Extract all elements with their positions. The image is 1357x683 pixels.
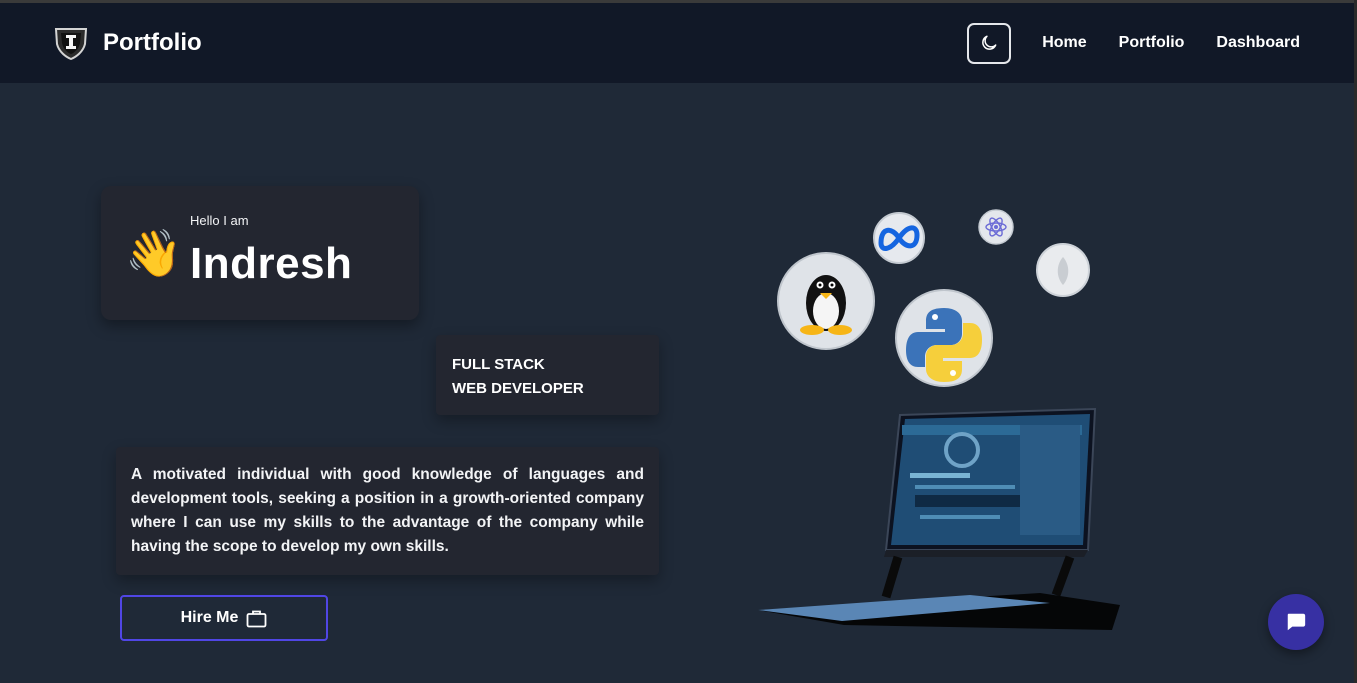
laptop-icon bbox=[758, 407, 1120, 630]
hero-illustration bbox=[758, 209, 1120, 630]
python-icon bbox=[895, 289, 993, 387]
description-card: A motivated individual with good knowled… bbox=[116, 447, 659, 575]
moon-icon bbox=[982, 35, 997, 50]
linux-penguin-icon bbox=[777, 252, 875, 350]
nav-dashboard[interactable]: Dashboard bbox=[1216, 34, 1300, 52]
react-icon bbox=[978, 209, 1014, 245]
role-card: FULL STACK WEB DEVELOPER bbox=[436, 335, 659, 415]
chat-bubble-icon bbox=[1287, 613, 1306, 631]
greeting-text: Hello I am bbox=[190, 213, 249, 228]
chat-button[interactable] bbox=[1268, 594, 1324, 650]
role-line-1: FULL STACK bbox=[452, 356, 545, 373]
hire-me-label: Hire Me bbox=[180, 609, 239, 626]
waving-hand-icon: 👋 bbox=[125, 227, 183, 279]
hire-me-button[interactable]: Hire Me bbox=[120, 595, 328, 641]
meta-icon bbox=[873, 212, 925, 264]
nav-portfolio[interactable]: Portfolio bbox=[1119, 34, 1185, 52]
brand-title: Portfolio bbox=[103, 29, 202, 56]
briefcase-icon bbox=[246, 610, 267, 627]
nav-home[interactable]: Home bbox=[1042, 34, 1086, 52]
role-line-2: WEB DEVELOPER bbox=[452, 380, 584, 397]
description-text: A motivated individual with good knowled… bbox=[131, 466, 644, 555]
intro-card: 👋 Hello I am Indresh bbox=[101, 186, 419, 320]
mongodb-icon bbox=[1036, 243, 1090, 297]
shield-logo-icon bbox=[54, 28, 88, 60]
person-name: Indresh bbox=[190, 239, 353, 288]
navbar: Portfolio Home Portfolio Dashboard bbox=[0, 3, 1354, 83]
theme-toggle-button[interactable] bbox=[967, 22, 1012, 64]
main-nav: Home Portfolio Dashboard bbox=[967, 22, 1300, 64]
brand[interactable]: Portfolio bbox=[52, 26, 202, 60]
